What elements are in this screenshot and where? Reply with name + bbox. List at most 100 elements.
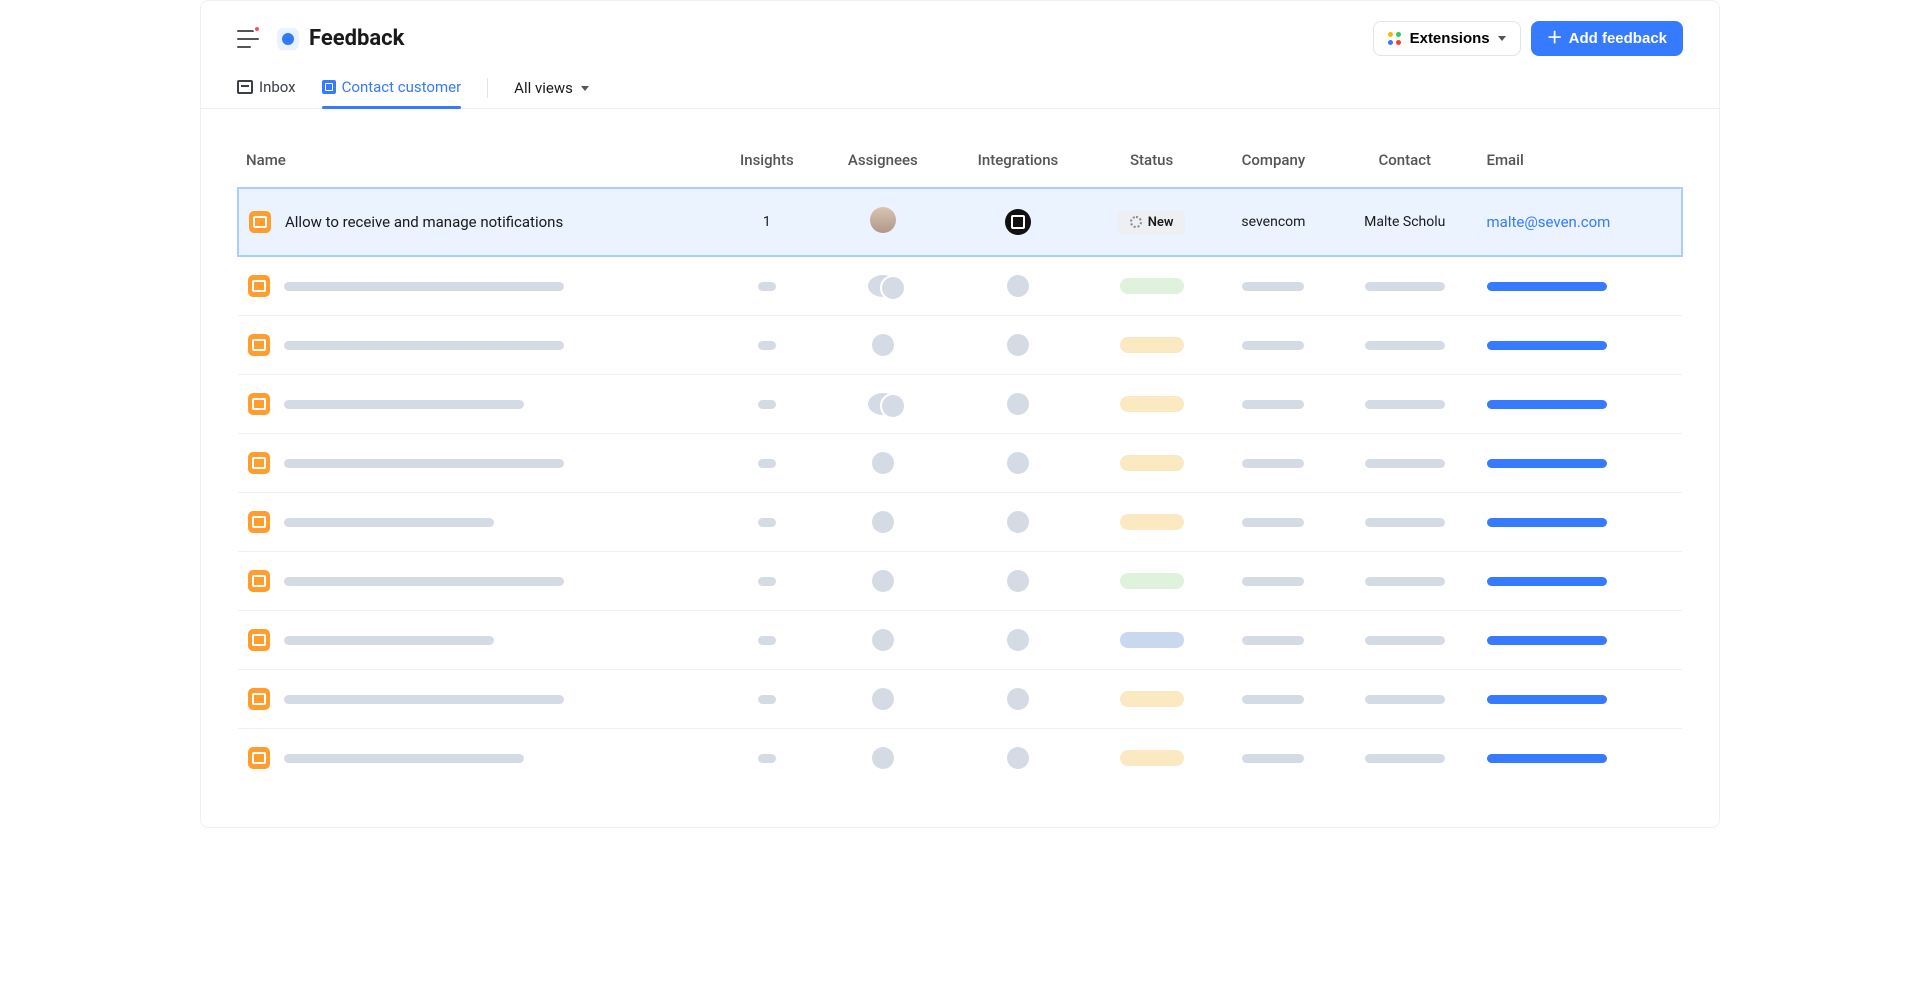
feedback-icon bbox=[248, 275, 270, 297]
placeholder bbox=[1007, 452, 1029, 474]
placeholder bbox=[1487, 459, 1607, 468]
feedback-icon bbox=[248, 452, 270, 474]
column-email[interactable]: Email bbox=[1477, 137, 1682, 188]
placeholder bbox=[1365, 695, 1445, 704]
placeholder bbox=[1007, 629, 1029, 651]
notification-dot bbox=[253, 25, 261, 33]
placeholder bbox=[758, 459, 776, 468]
feedback-icon bbox=[249, 211, 271, 233]
chevron-down-icon bbox=[581, 86, 589, 91]
column-integrations[interactable]: Integrations bbox=[947, 137, 1090, 188]
tab-contact-customer-label: Contact customer bbox=[342, 78, 462, 96]
column-insights[interactable]: Insights bbox=[715, 137, 820, 188]
placeholder bbox=[872, 688, 894, 710]
table-row[interactable] bbox=[238, 611, 1682, 670]
placeholder bbox=[758, 518, 776, 527]
add-feedback-button[interactable]: ＋ Add feedback bbox=[1531, 21, 1683, 56]
column-name[interactable]: Name bbox=[238, 137, 715, 188]
placeholder bbox=[868, 275, 898, 297]
table-row[interactable] bbox=[238, 493, 1682, 552]
placeholder bbox=[1365, 754, 1445, 763]
placeholder bbox=[758, 341, 776, 350]
placeholder bbox=[1365, 459, 1445, 468]
placeholder bbox=[1007, 511, 1029, 533]
placeholder bbox=[1365, 518, 1445, 527]
tabs: Inbox Contact customer All views bbox=[201, 68, 1719, 109]
placeholder bbox=[872, 334, 894, 356]
placeholder bbox=[1120, 632, 1184, 648]
placeholder bbox=[1120, 573, 1184, 589]
feedback-icon bbox=[248, 334, 270, 356]
table-row[interactable] bbox=[238, 316, 1682, 375]
placeholder bbox=[1487, 577, 1607, 586]
placeholder bbox=[1365, 636, 1445, 645]
placeholder bbox=[1007, 275, 1029, 297]
row-email[interactable]: malte@seven.com bbox=[1487, 213, 1611, 231]
placeholder bbox=[1120, 455, 1184, 471]
tab-contact-customer[interactable]: Contact customer bbox=[322, 68, 462, 108]
placeholder bbox=[1365, 577, 1445, 586]
feedback-icon bbox=[248, 511, 270, 533]
table-row[interactable] bbox=[238, 434, 1682, 493]
placeholder bbox=[284, 636, 494, 645]
placeholder bbox=[284, 754, 524, 763]
placeholder bbox=[758, 400, 776, 409]
tab-inbox[interactable]: Inbox bbox=[237, 68, 296, 108]
table-row[interactable] bbox=[238, 670, 1682, 729]
feedback-icon bbox=[248, 629, 270, 651]
extensions-button[interactable]: Extensions bbox=[1373, 21, 1521, 56]
table-row[interactable] bbox=[238, 256, 1682, 316]
all-views-dropdown[interactable]: All views bbox=[514, 69, 589, 107]
placeholder bbox=[1120, 514, 1184, 530]
placeholder bbox=[758, 282, 776, 291]
row-company: sevencom bbox=[1214, 188, 1333, 256]
column-status[interactable]: Status bbox=[1089, 137, 1214, 188]
feedback-icon bbox=[248, 688, 270, 710]
placeholder bbox=[1365, 400, 1445, 409]
column-contact[interactable]: Contact bbox=[1333, 137, 1477, 188]
placeholder bbox=[758, 695, 776, 704]
tab-divider bbox=[487, 78, 488, 98]
menu-button[interactable] bbox=[237, 30, 259, 48]
feedback-icon bbox=[248, 747, 270, 769]
placeholder bbox=[1242, 400, 1304, 409]
spinner-icon bbox=[1130, 216, 1142, 228]
assignee-avatar[interactable] bbox=[870, 207, 896, 233]
extensions-icon bbox=[1388, 32, 1402, 46]
placeholder bbox=[284, 341, 564, 350]
column-assignees[interactable]: Assignees bbox=[819, 137, 946, 188]
status-label: New bbox=[1148, 215, 1174, 230]
placeholder bbox=[284, 695, 564, 704]
table-row[interactable]: Allow to receive and manage notification… bbox=[238, 188, 1682, 256]
status-badge[interactable]: New bbox=[1118, 210, 1186, 235]
placeholder bbox=[1242, 577, 1304, 586]
placeholder bbox=[1242, 282, 1304, 291]
placeholder bbox=[1007, 688, 1029, 710]
placeholder bbox=[1487, 754, 1607, 763]
placeholder bbox=[872, 452, 894, 474]
placeholder bbox=[872, 629, 894, 651]
table-row[interactable] bbox=[238, 729, 1682, 788]
placeholder bbox=[1242, 636, 1304, 645]
row-insights: 1 bbox=[715, 188, 820, 256]
column-company[interactable]: Company bbox=[1214, 137, 1333, 188]
table-row[interactable] bbox=[238, 375, 1682, 434]
placeholder bbox=[1487, 282, 1607, 291]
placeholder bbox=[758, 754, 776, 763]
placeholder bbox=[1007, 334, 1029, 356]
placeholder bbox=[758, 636, 776, 645]
placeholder bbox=[1242, 459, 1304, 468]
placeholder bbox=[1487, 400, 1607, 409]
placeholder bbox=[1007, 393, 1029, 415]
placeholder bbox=[1242, 754, 1304, 763]
placeholder bbox=[284, 282, 564, 291]
topbar: Feedback Extensions ＋ Add feedback bbox=[201, 1, 1719, 68]
placeholder bbox=[1365, 341, 1445, 350]
placeholder bbox=[1007, 747, 1029, 769]
add-feedback-label: Add feedback bbox=[1569, 30, 1667, 47]
integration-icon[interactable] bbox=[1005, 209, 1031, 235]
table-row[interactable] bbox=[238, 552, 1682, 611]
contact-customer-icon bbox=[322, 80, 336, 94]
placeholder bbox=[872, 511, 894, 533]
placeholder bbox=[1487, 636, 1607, 645]
